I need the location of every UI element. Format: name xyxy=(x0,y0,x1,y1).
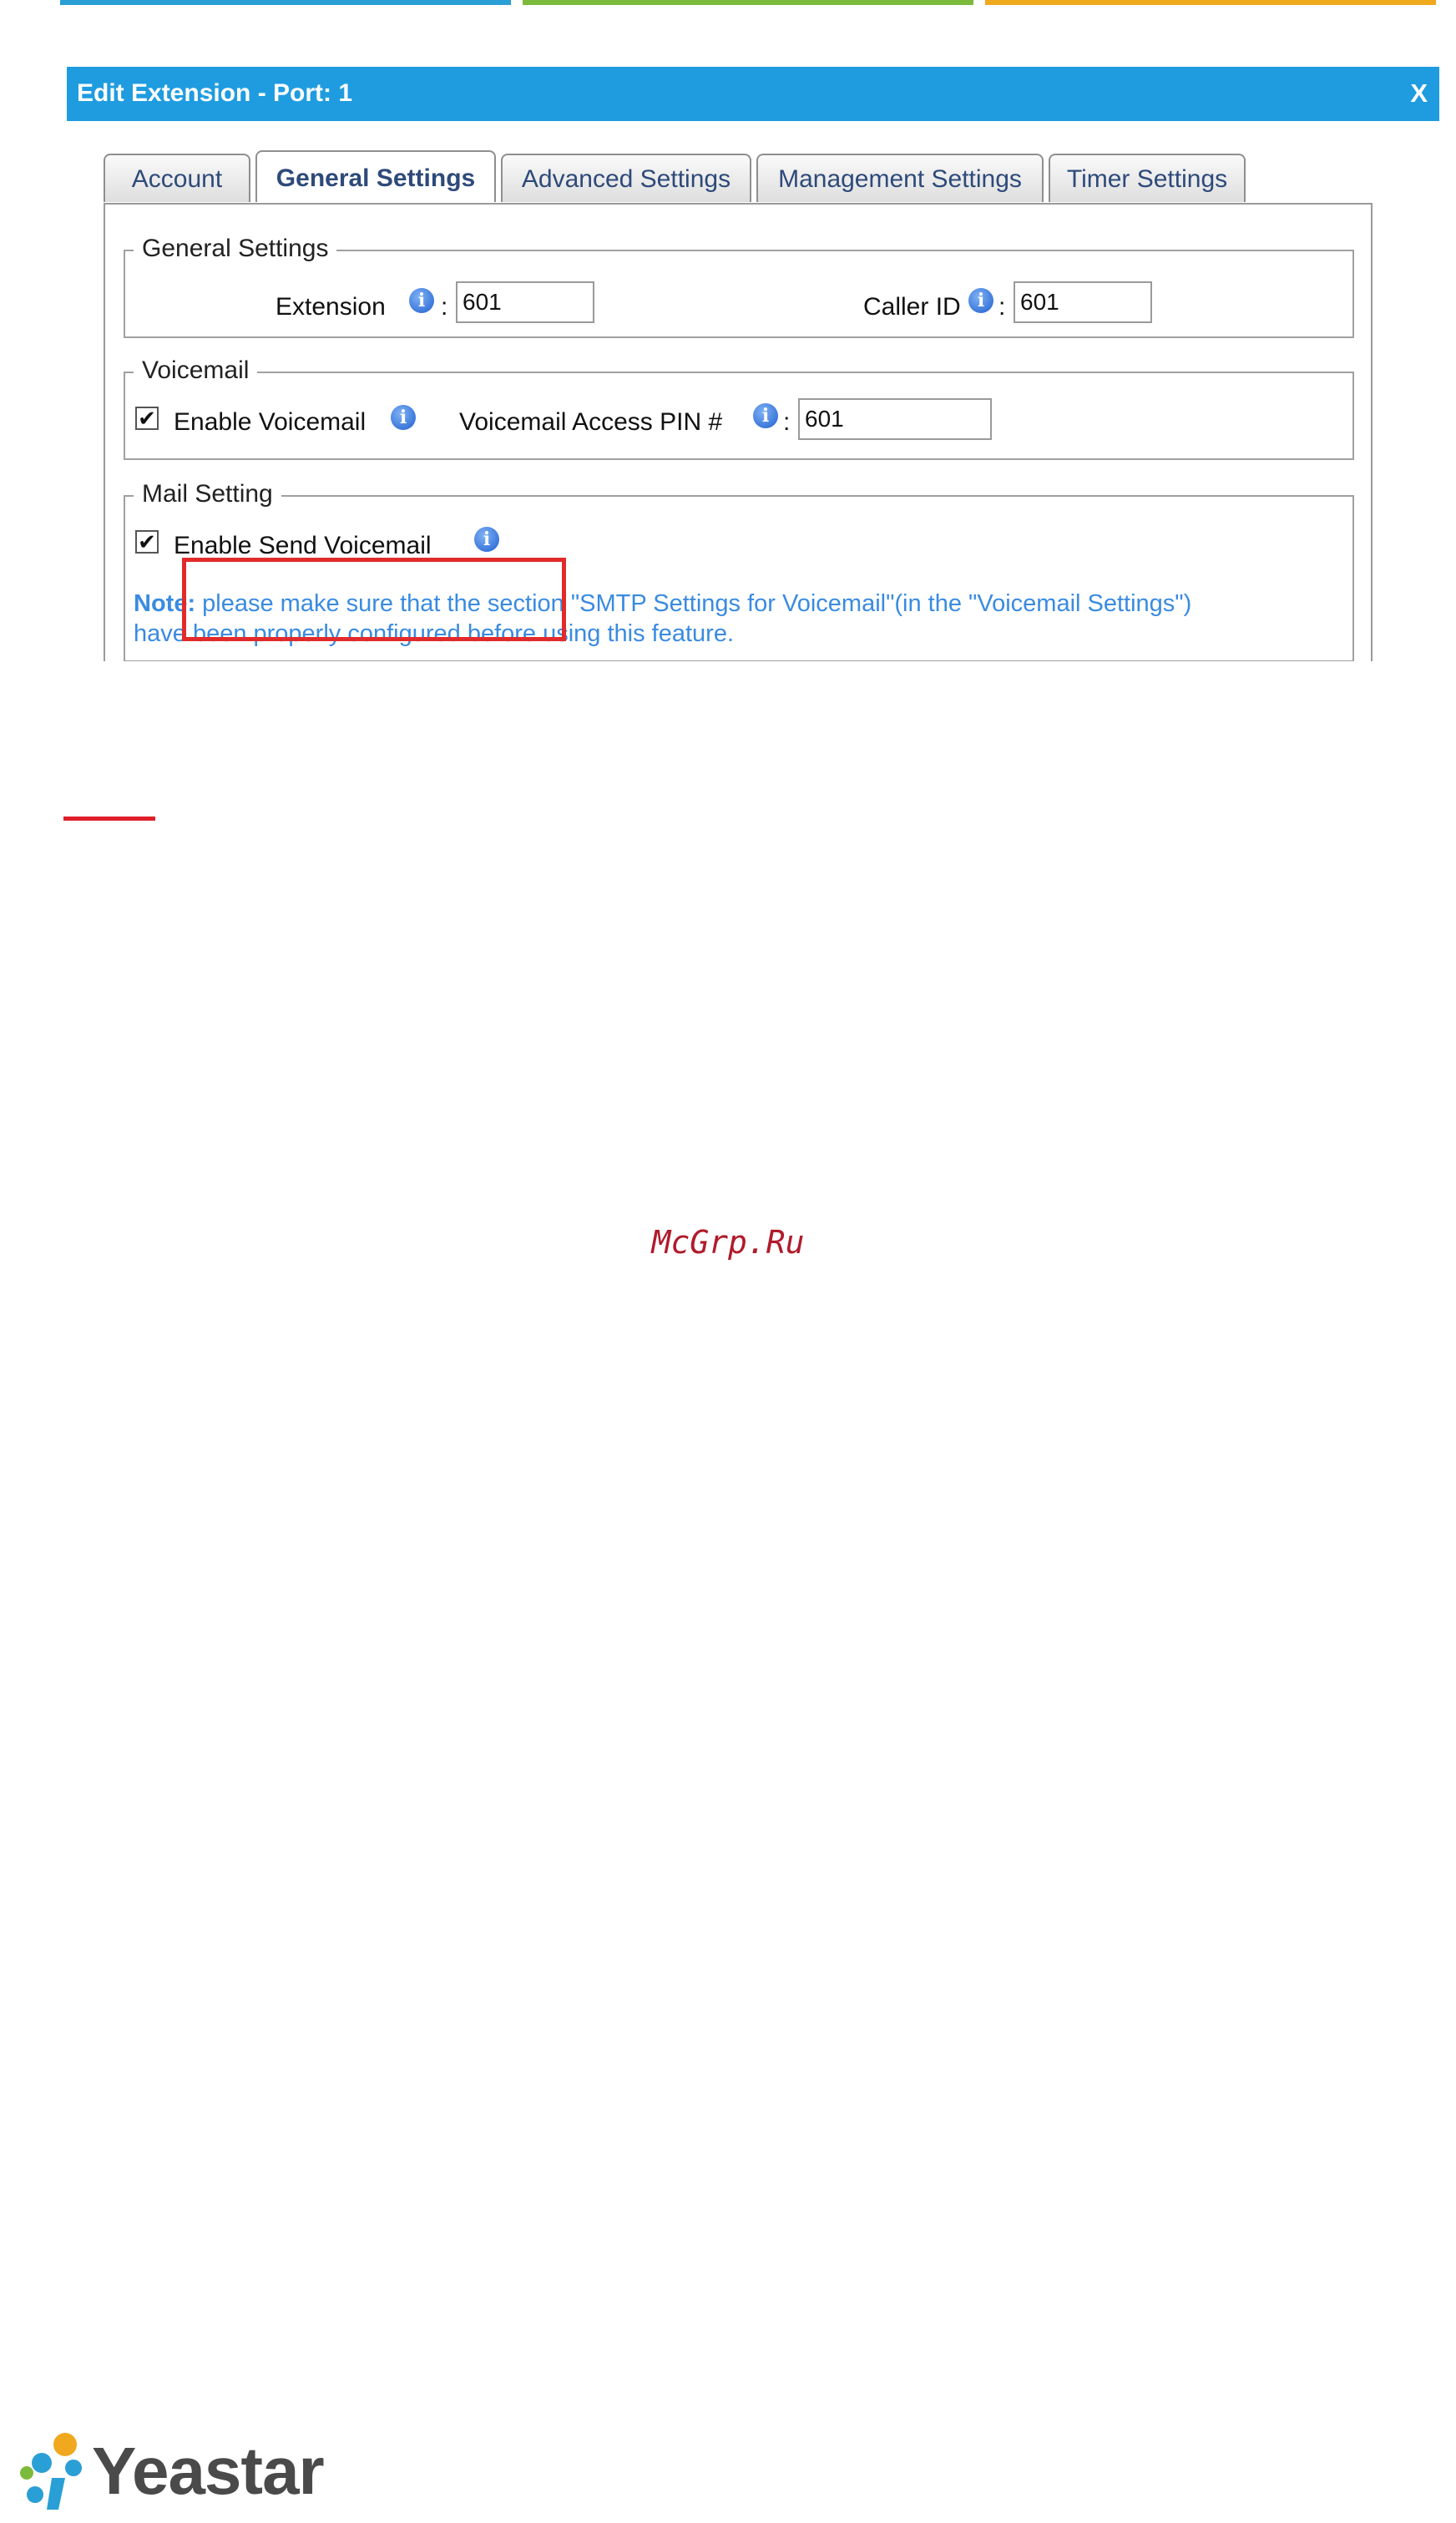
dialog-title: Edit Extension - Port: 1 xyxy=(77,79,353,107)
voicemail-info-icon[interactable]: i xyxy=(391,405,416,430)
caller-id-colon: : xyxy=(998,293,1006,321)
caller-id-label: Caller ID xyxy=(863,293,961,321)
voicemail-pin-label: Voicemail Access PIN # xyxy=(459,408,723,436)
watermark-text: McGrp.Ru xyxy=(651,1224,805,1261)
tab-general-settings[interactable]: General Settings xyxy=(255,150,496,202)
general-settings-group: General Settings Extension i : Caller ID… xyxy=(124,235,1354,338)
yeastar-logo-icon xyxy=(20,2433,82,2510)
tab-account[interactable]: Account xyxy=(104,154,250,202)
logo-wordmark: Yeastar xyxy=(92,2434,325,2508)
extension-field[interactable] xyxy=(456,281,594,323)
tab-timer-settings[interactable]: Timer Settings xyxy=(1049,154,1246,202)
close-button[interactable]: X xyxy=(1410,78,1428,109)
enable-voicemail-label: Enable Voicemail xyxy=(174,408,367,436)
yeastar-logo: Yeastar xyxy=(15,2429,325,2513)
tab-advanced-settings[interactable]: Advanced Settings xyxy=(501,154,751,202)
top-accent-bar-green xyxy=(523,0,973,5)
extension-info-icon[interactable]: i xyxy=(409,288,434,313)
voicemail-group: Voicemail ✔ Enable Voicemail i Voicemail… xyxy=(124,356,1354,460)
send-voicemail-info-icon[interactable]: i xyxy=(474,527,499,552)
red-section-marker xyxy=(63,817,155,821)
top-accent-bar-blue xyxy=(60,0,511,5)
caller-id-field[interactable] xyxy=(1014,281,1152,323)
edit-extension-dialog: Edit Extension - Port: 1 X Account Gener… xyxy=(67,67,1439,661)
extension-label: Extension xyxy=(276,293,386,321)
dialog-titlebar: Edit Extension - Port: 1 X xyxy=(67,67,1439,121)
general-settings-legend: General Settings xyxy=(134,235,337,263)
voicemail-pin-field[interactable] xyxy=(798,398,992,440)
caller-id-info-icon[interactable]: i xyxy=(968,288,993,313)
enable-send-voicemail-checkbox[interactable]: ✔ xyxy=(135,530,159,554)
tab-management-settings[interactable]: Management Settings xyxy=(756,154,1044,202)
voicemail-pin-colon: : xyxy=(783,408,791,436)
top-accent-bar-orange xyxy=(985,0,1436,5)
extension-colon: : xyxy=(441,293,448,321)
mail-setting-legend: Mail Setting xyxy=(134,480,281,508)
voicemail-pin-info-icon[interactable]: i xyxy=(753,403,778,428)
highlight-box xyxy=(182,558,566,641)
voicemail-legend: Voicemail xyxy=(134,356,258,385)
enable-send-voicemail-label: Enable Send Voicemail xyxy=(174,532,432,559)
enable-voicemail-checkbox[interactable]: ✔ xyxy=(135,407,159,430)
